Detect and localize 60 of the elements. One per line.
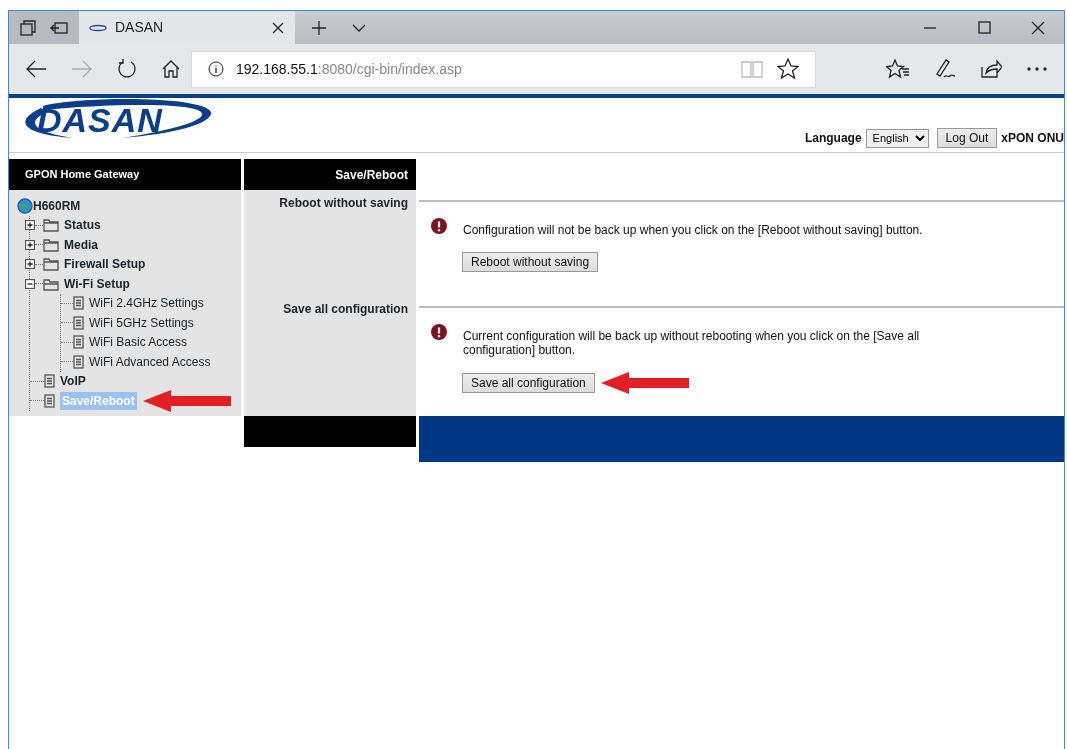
tree-item[interactable]: Status [64,216,101,235]
tree-item[interactable]: WiFi Advanced Access [89,352,211,371]
favicon-icon [89,23,107,32]
language-select[interactable]: English [865,128,929,148]
tab-title: DASAN [115,18,165,37]
back-arrow-icon[interactable] [25,60,47,78]
address-field[interactable]: 192.168.55.1:8080/cgi-bin/index.asp [191,50,816,88]
star-icon[interactable] [777,58,799,80]
chevron-down-icon[interactable] [351,22,367,33]
section-label: Reboot without saving [279,196,408,210]
maximize-icon[interactable] [976,19,992,36]
reboot-button[interactable]: Reboot without saving [462,252,599,272]
home-icon[interactable] [161,59,181,79]
browser-tab[interactable]: DASAN [79,11,295,44]
page-icon [44,374,55,389]
tab-stack-icon[interactable] [20,19,36,36]
info-icon [208,61,224,77]
folder-icon [43,237,59,252]
tree-item[interactable]: WiFi Basic Access [89,333,187,352]
page-icon [73,335,84,350]
share-icon[interactable] [980,59,1002,79]
more-icon[interactable] [1026,66,1048,72]
sidebar-header: GPON Home Gateway [9,159,241,190]
tree-item[interactable]: WiFi 2.4GHz Settings [89,294,204,313]
tree-item[interactable]: Wi-Fi Setup [64,274,130,293]
language-label: Language [804,130,862,147]
plus-icon[interactable] [311,19,327,36]
refresh-icon[interactable] [117,58,137,80]
pen-icon[interactable] [934,58,956,80]
globe-icon [17,197,33,214]
favorites-icon[interactable] [886,59,910,79]
tree-root[interactable]: H660RM [33,196,81,215]
message-text: Current configuration will be back up without rebooting when you click on the [Save all configuration] button. [463,329,921,357]
expand-icon[interactable] [25,259,35,270]
page-icon [73,296,84,311]
close-icon[interactable] [271,20,285,35]
open-folder-icon [43,276,59,291]
logout-button[interactable]: Log Out [936,128,998,148]
tab-aside-icon[interactable] [50,20,68,35]
folder-icon [43,257,59,272]
page-title: Save/Reboot [244,159,416,190]
collapse-icon[interactable] [25,278,35,289]
section-label: Save all configuration [283,302,408,316]
page-icon [73,315,84,330]
tree-item[interactable]: VoIP [60,372,86,391]
url-text: 192.168.55.1:8080/cgi-bin/index.asp [236,59,462,79]
folder-icon [43,218,59,233]
page-icon [44,393,55,408]
product-name: xPON ONU [1001,130,1064,147]
expand-icon[interactable] [25,239,35,250]
save-button[interactable]: Save all configuration [462,373,595,393]
message-text: Configuration will not be back up when you click on the [Reboot without saving] button. [463,223,923,237]
tree-item[interactable]: Firewall Setup [64,255,146,274]
alert-icon [431,324,447,340]
tree-item[interactable]: WiFi 5GHz Settings [89,313,194,332]
tree-item[interactable]: Media [64,235,98,254]
page-icon [73,354,84,369]
alert-icon [431,218,447,234]
expand-icon[interactable] [25,220,35,231]
close-icon[interactable] [1030,19,1046,36]
